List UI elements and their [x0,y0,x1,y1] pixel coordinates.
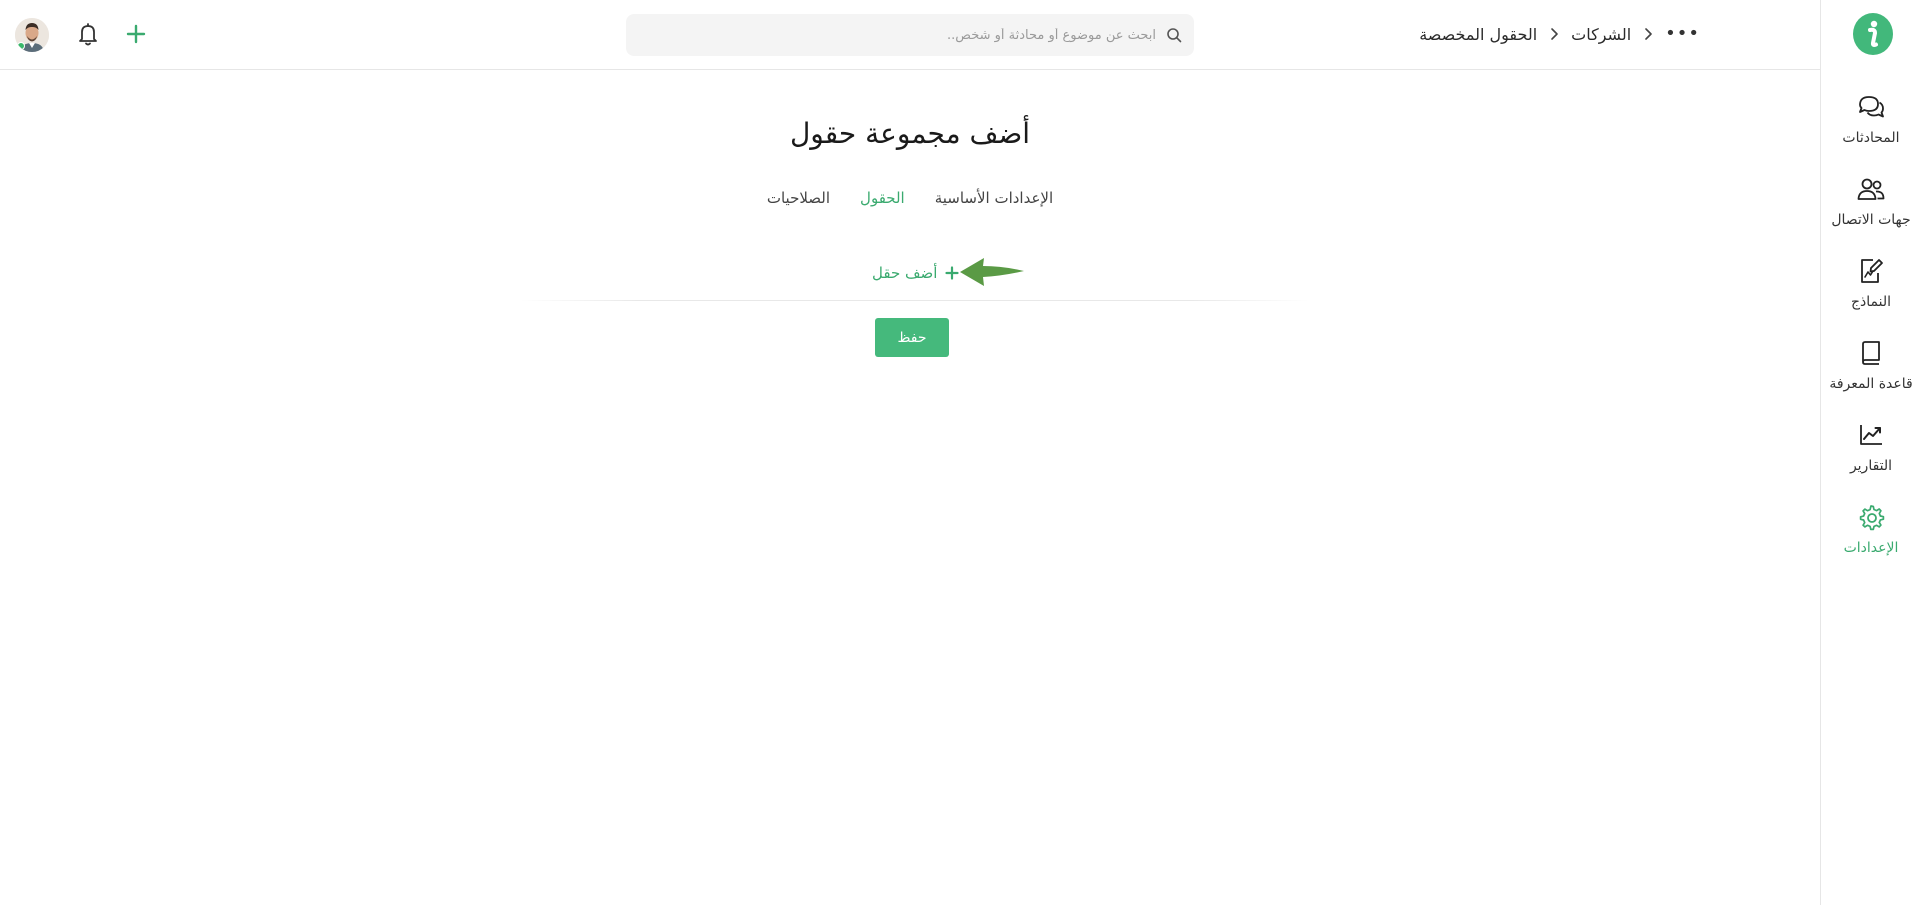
sidebar-item-label: المحادثات [1842,130,1900,146]
avatar[interactable] [15,18,49,52]
breadcrumb-item-custom-fields[interactable]: الحقول المخصصة [1419,25,1537,44]
tab-basic-settings[interactable]: الإعدادات الأساسية [935,189,1053,207]
divider [520,300,1310,301]
breadcrumb: ••• الشركات الحقول المخصصة [1419,22,1700,46]
chevron-icon [1645,28,1652,40]
book-icon [1856,338,1886,368]
search-input[interactable] [656,14,1156,56]
app-root: ••• الشركات الحقول المخصصة [0,0,1920,905]
sidebar-item-forms[interactable]: النماذج [1821,256,1920,338]
pointer-arrow-icon [960,258,1024,286]
more-icon[interactable]: ••• [1665,25,1700,43]
save-button[interactable]: حفظ [875,318,949,357]
chat-bubbles-icon [1856,92,1886,122]
add-field-label: أضف حقل [872,264,938,282]
sidebar-item-reports[interactable]: التقارير [1821,420,1920,502]
sidebar-item-label: النماذج [1850,294,1891,310]
sidebar-item-contacts[interactable]: جهات الاتصال [1821,174,1920,256]
logo-icon [1868,20,1878,47]
top-bar: ••• الشركات الحقول المخصصة [0,0,1820,70]
chevron-icon [1551,28,1558,40]
tab-permissions[interactable]: الصلاحيات [767,189,830,207]
sidebar-item-label: قاعدة المعرفة [1829,376,1913,392]
sidebar-item-label: الإعدادات [1843,540,1899,556]
main-content: أضف مجموعة حقول الإعدادات الأساسية الحقو… [0,71,1820,905]
search-box[interactable] [626,14,1194,56]
sidebar-item-label: جهات الاتصال [1831,212,1911,228]
sidebar: المحادثات جهات الاتصال النماذج قاعدة الم… [1820,0,1920,905]
chart-trend-icon [1856,420,1886,450]
sidebar-item-conversations[interactable]: المحادثات [1821,92,1920,174]
breadcrumb-item-companies[interactable]: الشركات [1571,25,1631,44]
form-edit-icon [1856,256,1886,286]
add-field-button[interactable]: أضف حقل [872,261,960,285]
tab-fields[interactable]: الحقول [860,189,905,207]
gear-icon [1856,502,1886,532]
bell-icon[interactable] [76,21,100,47]
plus-icon[interactable] [124,22,148,46]
sidebar-item-knowledge-base[interactable]: قاعدة المعرفة [1821,338,1920,420]
sidebar-nav: المحادثات جهات الاتصال النماذج قاعدة الم… [1821,92,1920,584]
tab-bar: الإعدادات الأساسية الحقول الصلاحيات [0,189,1820,207]
online-status-dot [17,42,25,50]
sidebar-item-label: التقارير [1849,458,1893,474]
sidebar-item-settings[interactable]: الإعدادات [1821,502,1920,584]
page-title: أضف مجموعة حقول [789,117,1031,150]
contacts-icon [1856,174,1886,204]
app-logo[interactable] [1853,13,1893,55]
search-icon [1167,28,1182,43]
